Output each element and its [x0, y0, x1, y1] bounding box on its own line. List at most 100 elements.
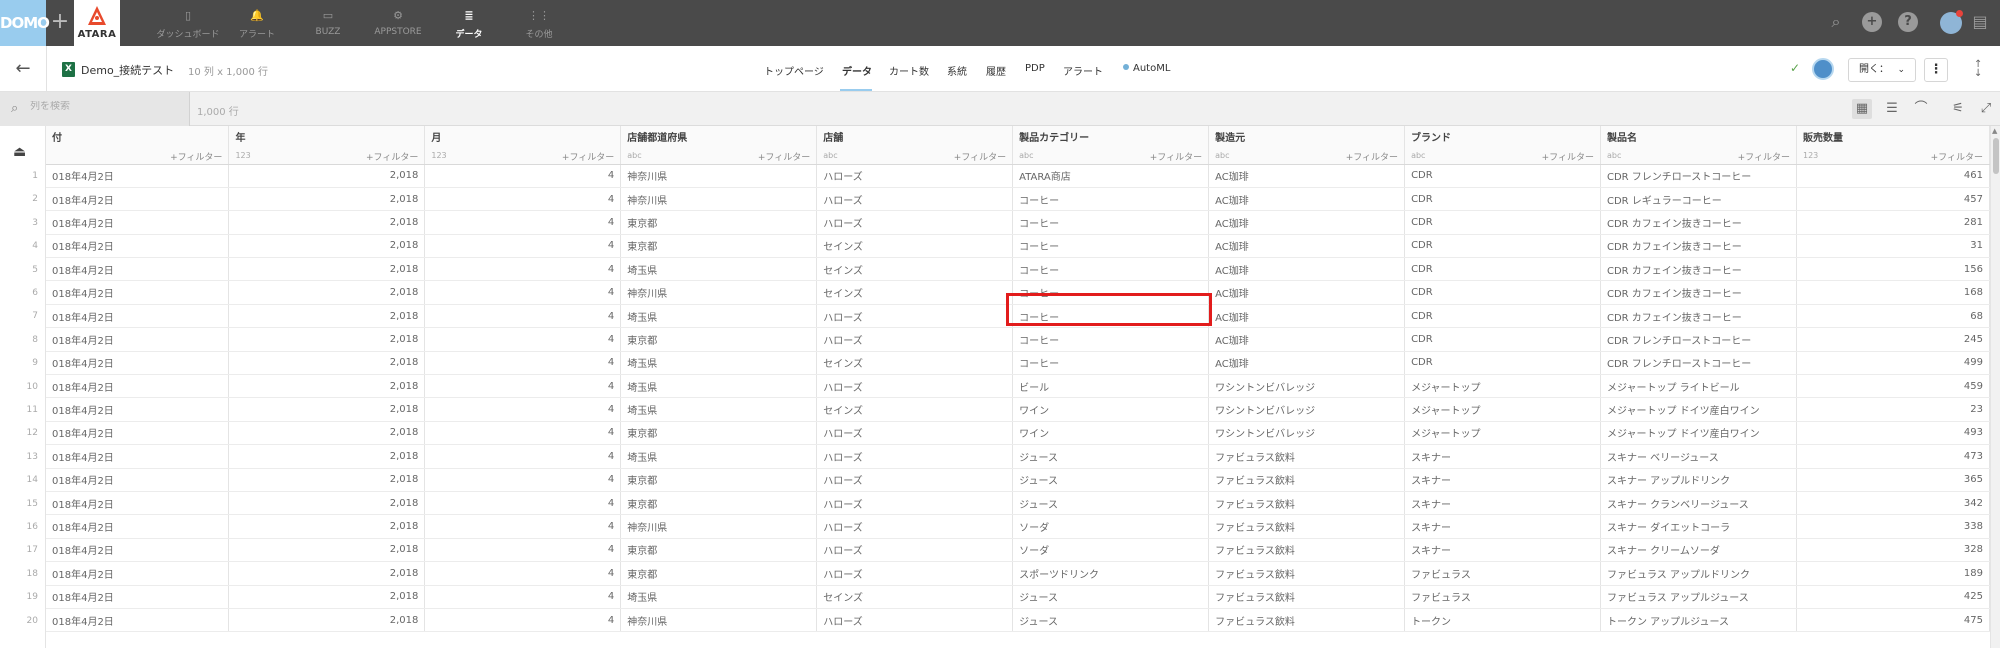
table-cell[interactable]: AC珈琲 [1208, 351, 1406, 376]
tab-automl[interactable]: AutoML [1123, 63, 1170, 74]
table-cell[interactable]: CDR [1404, 280, 1601, 305]
tab-lineage[interactable]: 系統 [947, 63, 967, 78]
table-cell[interactable]: コーヒー [1012, 234, 1210, 259]
more-options-icon[interactable]: ⋮ [1924, 58, 1948, 82]
table-cell[interactable]: ワシントンビバレッジ [1208, 374, 1406, 399]
table-cell[interactable]: 018年4月2日 [46, 351, 230, 376]
table-row[interactable]: 018年4月2日 2,018 4 東京都 セインズ コーヒー AC珈琲 CDR CDR カフェイ… [46, 234, 1990, 259]
table-cell[interactable]: 018年4月2日 [46, 187, 230, 212]
table-cell[interactable]: ファビュラス アップルドリンク [1600, 561, 1797, 586]
table-cell[interactable]: 神奈川県 [620, 608, 818, 633]
table-cell[interactable]: コーヒー [1012, 257, 1210, 282]
table-cell[interactable]: 4 [424, 257, 622, 282]
filter-button[interactable]: +フィルター [1346, 150, 1398, 163]
column-header[interactable]: 販売数量 [1796, 126, 1990, 147]
column-header[interactable]: 月 [424, 126, 622, 147]
table-cell[interactable]: ジュース [1012, 585, 1210, 609]
table-cell[interactable]: 2,018 [228, 421, 426, 446]
table-cell[interactable]: CDR [1404, 257, 1601, 282]
table-cell[interactable]: 2,018 [228, 585, 426, 609]
table-cell[interactable]: 東京都 [620, 327, 818, 352]
table-cell[interactable]: CDR カフェイン抜きコーヒー [1600, 210, 1797, 235]
table-cell[interactable]: スキナー アップルドリンク [1600, 468, 1797, 492]
table-cell[interactable]: 4 [424, 468, 622, 492]
table-cell[interactable]: 018年4月2日 [46, 164, 230, 188]
table-cell[interactable]: 365 [1796, 468, 1990, 492]
table-cell[interactable]: ハローズ [816, 210, 1014, 235]
table-cell[interactable]: ハローズ [816, 491, 1014, 516]
table-cell[interactable]: 神奈川県 [620, 514, 818, 539]
table-cell[interactable]: 2,018 [228, 397, 426, 422]
table-cell[interactable]: CDR [1404, 304, 1601, 329]
table-cell[interactable]: 425 [1796, 585, 1990, 609]
table-cell[interactable]: AC珈琲 [1208, 327, 1406, 352]
owner-avatar[interactable] [1812, 58, 1834, 80]
table-row[interactable]: 018年4月2日 2,018 4 神奈川県 ハローズ ATARA商店 AC珈琲 CDR CDR … [46, 164, 1990, 188]
table-cell[interactable]: 東京都 [620, 491, 818, 516]
table-cell[interactable]: ファビュラス飲料 [1208, 444, 1406, 469]
table-cell[interactable]: ビール [1012, 374, 1210, 399]
table-cell[interactable]: ファビュラス [1404, 561, 1601, 586]
table-cell[interactable]: ハローズ [816, 538, 1014, 563]
table-cell[interactable]: 018年4月2日 [46, 468, 230, 492]
table-cell[interactable]: ファビュラス飲料 [1208, 491, 1406, 516]
table-cell[interactable]: メジャートップ ライトビール [1600, 374, 1797, 399]
table-cell[interactable]: 68 [1796, 304, 1990, 329]
table-cell[interactable]: ファビュラス飲料 [1208, 514, 1406, 539]
table-cell[interactable]: 埼玉県 [620, 397, 818, 422]
table-cell[interactable]: スキナー [1404, 538, 1601, 563]
table-cell[interactable]: 2,018 [228, 468, 426, 492]
table-cell[interactable]: 4 [424, 491, 622, 516]
table-cell[interactable]: 2,018 [228, 538, 426, 563]
table-cell[interactable]: 神奈川県 [620, 187, 818, 212]
table-cell[interactable]: CDR カフェイン抜きコーヒー [1600, 234, 1797, 259]
table-cell[interactable]: セインズ [816, 280, 1014, 305]
brand-logo[interactable]: ATARA [74, 0, 120, 46]
filter-button[interactable]: +フィルター [1542, 150, 1594, 163]
table-cell[interactable]: 018年4月2日 [46, 257, 230, 282]
table-cell[interactable]: 156 [1796, 257, 1990, 282]
table-cell[interactable]: 459 [1796, 374, 1990, 399]
add-circle-icon[interactable]: + [1862, 12, 1882, 32]
table-cell[interactable]: スキナー クリームソーダ [1600, 538, 1797, 563]
table-row[interactable]: 018年4月2日 2,018 4 埼玉県 ハローズ ビール ワシントンビバレッジ メジャートッ… [46, 374, 1990, 399]
table-cell[interactable]: 018年4月2日 [46, 585, 230, 609]
table-cell[interactable]: AC珈琲 [1208, 304, 1406, 329]
table-cell[interactable]: 4 [424, 444, 622, 469]
table-cell[interactable]: 475 [1796, 608, 1990, 633]
filter-button[interactable]: +フィルター [366, 150, 418, 163]
table-cell[interactable]: スキナー クランベリージュース [1600, 491, 1797, 516]
table-view-icon[interactable]: ▦ [1852, 99, 1872, 119]
table-cell[interactable]: 東京都 [620, 561, 818, 586]
table-cell[interactable]: 168 [1796, 280, 1990, 305]
table-cell[interactable]: 018年4月2日 [46, 514, 230, 539]
table-cell[interactable]: 2,018 [228, 514, 426, 539]
table-cell[interactable]: ハローズ [816, 444, 1014, 469]
column-header[interactable]: 製造元 [1208, 126, 1406, 147]
table-cell[interactable]: 埼玉県 [620, 374, 818, 399]
scroll-thumb[interactable] [1993, 138, 1999, 174]
column-header[interactable]: 製品カテゴリー [1012, 126, 1210, 147]
tab-data[interactable]: データ [842, 63, 872, 78]
table-row[interactable]: 018年4月2日 2,018 4 東京都 ハローズ ソーダ ファビュラス飲料 スキナー スキナー… [46, 538, 1990, 563]
table-cell[interactable]: 東京都 [620, 210, 818, 235]
table-cell[interactable]: AC珈琲 [1208, 164, 1406, 188]
table-cell[interactable]: 2,018 [228, 164, 426, 188]
back-arrow-icon[interactable]: ← [12, 58, 34, 80]
table-cell[interactable]: コーヒー [1012, 210, 1210, 235]
table-cell[interactable]: 神奈川県 [620, 164, 818, 188]
table-cell[interactable]: 018年4月2日 [46, 234, 230, 259]
table-row[interactable]: 018年4月2日 2,018 4 埼玉県 セインズ コーヒー AC珈琲 CDR CDR カフェイ… [46, 257, 1990, 282]
table-cell[interactable]: 埼玉県 [620, 304, 818, 329]
table-row[interactable]: 018年4月2日 2,018 4 埼玉県 セインズ ワイン ワシントンビバレッジ メジャートッ… [46, 397, 1990, 422]
table-cell[interactable]: スキナー [1404, 468, 1601, 492]
table-cell[interactable]: 018年4月2日 [46, 608, 230, 633]
table-cell[interactable]: 東京都 [620, 421, 818, 446]
table-cell[interactable]: コーヒー [1012, 327, 1210, 352]
open-button[interactable]: 開く： ⌄ [1848, 58, 1916, 82]
table-cell[interactable]: ハローズ [816, 187, 1014, 212]
table-row[interactable]: 018年4月2日 2,018 4 埼玉県 セインズ ジュース ファビュラス飲料 ファビュラスフ… [46, 585, 1990, 609]
table-cell[interactable]: 4 [424, 304, 622, 329]
filter-button[interactable]: +フィルター [954, 150, 1006, 163]
table-cell[interactable]: CDR [1404, 351, 1601, 376]
